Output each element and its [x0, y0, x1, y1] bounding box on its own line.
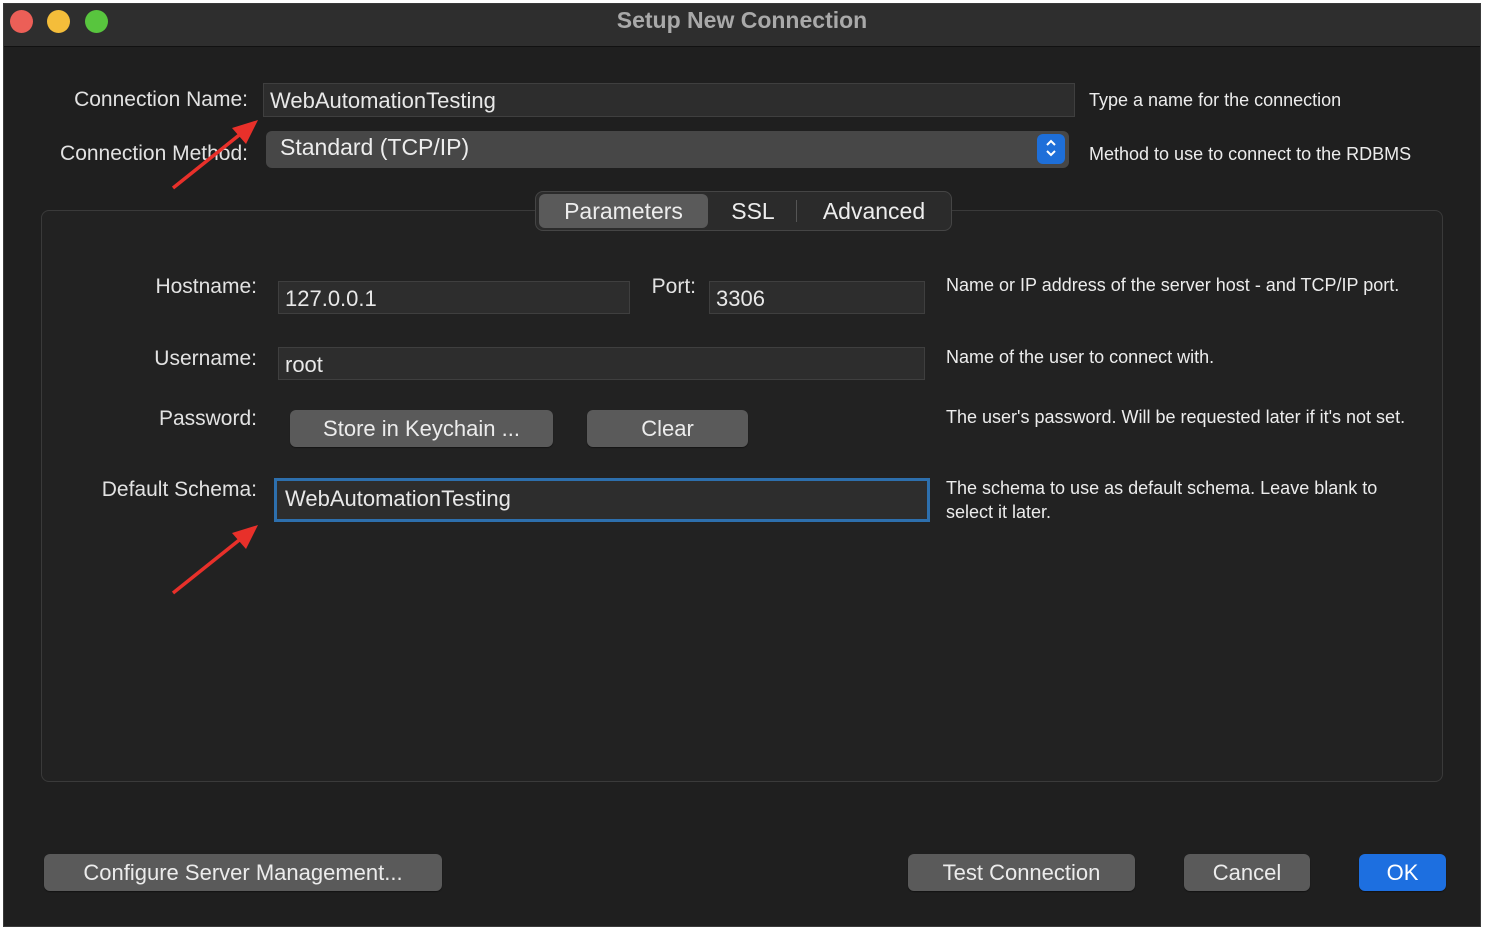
- connection-name-input[interactable]: WebAutomationTesting: [263, 83, 1075, 117]
- default-schema-label: Default Schema:: [101, 478, 257, 501]
- connection-method-select[interactable]: Standard (TCP/IP): [266, 131, 1069, 168]
- connection-method-value: Standard (TCP/IP): [280, 134, 470, 160]
- clear-password-button[interactable]: Clear: [587, 410, 748, 447]
- tab-advanced[interactable]: Advanced: [800, 194, 948, 228]
- connection-name-help: Type a name for the connection: [1089, 90, 1342, 110]
- test-connection-button[interactable]: Test Connection: [908, 854, 1135, 891]
- password-label: Password:: [158, 407, 257, 430]
- connection-name-label: Connection Name:: [74, 88, 248, 111]
- tab-bar: Parameters SSL Advanced: [535, 191, 952, 231]
- configure-server-management-button[interactable]: Configure Server Management...: [44, 854, 442, 891]
- connection-method-help: Method to use to connect to the RDBMS: [1089, 144, 1412, 164]
- tab-ssl[interactable]: SSL: [713, 194, 793, 228]
- port-input[interactable]: 3306: [709, 281, 925, 314]
- cancel-button[interactable]: Cancel: [1184, 854, 1310, 891]
- red-arrow-icon: [171, 120, 258, 190]
- hostname-input[interactable]: 127.0.0.1: [278, 281, 630, 314]
- username-input[interactable]: root: [278, 347, 925, 380]
- chevron-up-down-icon: [1037, 134, 1065, 164]
- hostname-help: Name or IP address of the server host - …: [946, 275, 1400, 295]
- default-schema-help: The schema to use as default schema. Lea…: [946, 478, 1378, 522]
- tab-parameters[interactable]: Parameters: [539, 194, 708, 228]
- window-title: Setup New Connection: [616, 7, 868, 33]
- password-help: The user's password. Will be requested l…: [946, 407, 1406, 427]
- store-in-keychain-button[interactable]: Store in Keychain ...: [290, 410, 553, 447]
- title-bar: Setup New Connection: [4, 4, 1480, 47]
- port-label: Port:: [651, 275, 696, 298]
- ok-button[interactable]: OK: [1359, 854, 1446, 891]
- tab-separator: [796, 200, 797, 222]
- default-schema-input[interactable]: WebAutomationTesting: [274, 478, 930, 522]
- hostname-label: Hostname:: [155, 275, 257, 298]
- username-help: Name of the user to connect with.: [946, 347, 1215, 367]
- red-arrow-icon: [171, 525, 258, 595]
- username-label: Username:: [154, 347, 257, 370]
